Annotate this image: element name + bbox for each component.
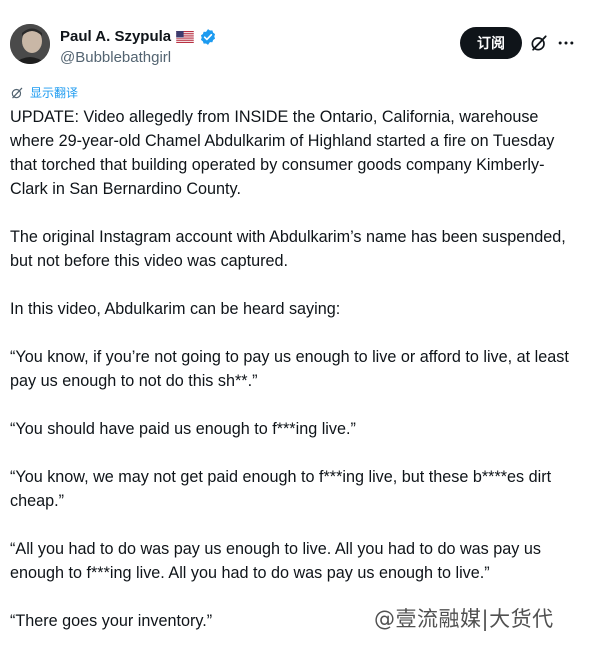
tweet-paragraph: “You know, we may not get paid enough to… [10, 468, 552, 510]
tweet-paragraph: “You know, if you’re not going to pay us… [10, 348, 569, 390]
author-name-row[interactable]: Paul A. Szypula [60, 28, 217, 46]
show-translation-label[interactable]: 显示翻译 [30, 84, 78, 101]
us-flag-icon [176, 31, 194, 43]
subscribe-button[interactable]: 订阅 [460, 27, 522, 59]
tweet-card: Paul A. Szypula @Bubblebathgirl 订阅 显示翻译 … [0, 0, 590, 652]
tweet-paragraph: In this video, Abdulkarim can be heard s… [10, 300, 341, 318]
author-handle[interactable]: @Bubblebathgirl [60, 49, 171, 67]
more-options-icon[interactable] [556, 33, 576, 53]
grok-icon[interactable] [529, 33, 549, 53]
tweet-text: UPDATE: Video allegedly from INSIDE the … [10, 105, 582, 633]
watermark: @壹流融媒|大货代 [374, 607, 554, 631]
translate-icon [11, 87, 23, 98]
tweet-paragraph: UPDATE: Video allegedly from INSIDE the … [10, 108, 555, 198]
author-name[interactable]: Paul A. Szypula [60, 28, 171, 46]
show-translation-link[interactable]: 显示翻译 [10, 84, 78, 101]
avatar[interactable] [10, 24, 50, 64]
tweet-paragraph: “All you had to do was pay us enough to … [10, 540, 541, 582]
verified-badge-icon [201, 29, 216, 45]
tweet-paragraph: The original Instagram account with Abdu… [10, 228, 566, 270]
tweet-paragraph: “You should have paid us enough to f***i… [10, 420, 356, 438]
